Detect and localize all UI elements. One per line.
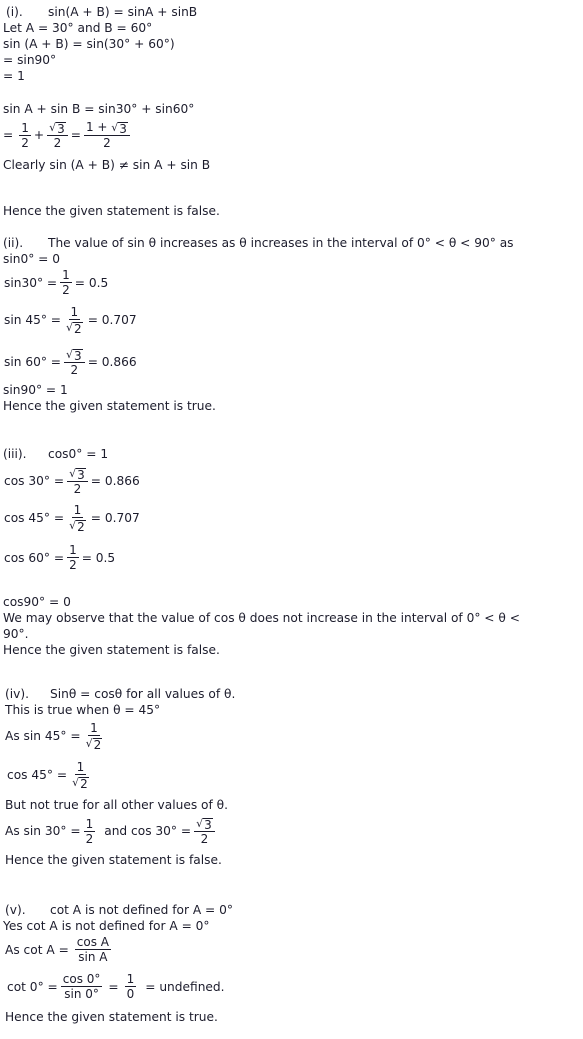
fraction: 12 xyxy=(19,120,31,150)
fraction: √ 3 2 xyxy=(47,120,68,150)
equation-sin30-cos30: As sin 30° = 1 2 and cos 30° = √ 3 2 xyxy=(5,816,218,846)
fraction: 1 + √ 3 2 xyxy=(83,120,130,150)
sqrt-icon: √ 2 xyxy=(66,321,83,336)
text-line: sin90° = 1 xyxy=(3,383,68,397)
part-label: (iii). xyxy=(3,447,27,461)
conclusion: Hence the given statement is false. xyxy=(5,853,222,867)
equation-cos60: cos 60° = 1 2 = 0.5 xyxy=(4,543,116,572)
equation-sin45: sin 45° = 1 √ 2 = 0.707 xyxy=(4,305,137,336)
sqrt-icon: √ 3 xyxy=(66,348,83,363)
part-iv-heading: (iv). Sinθ = cosθ for all values of θ. xyxy=(5,686,235,702)
sqrt-icon: √ 2 xyxy=(85,737,103,752)
text-line: Let A = 30° and B = 60° xyxy=(3,21,153,35)
text-line: But not true for all other values of θ. xyxy=(5,798,229,812)
part-label: (v). xyxy=(5,903,26,917)
part-statement: cot A is not defined for A = 0° xyxy=(50,903,233,917)
equation-sin45: As sin 45° = 1 √ 2 xyxy=(5,721,103,752)
sqrt-icon: √ 3 xyxy=(111,121,128,136)
text-line: This is true when θ = 45° xyxy=(5,703,161,717)
part-label: (i). xyxy=(6,5,23,19)
equation-cos45: cos 45° = 1 √ 2 xyxy=(7,760,89,791)
sqrt-icon: √ 2 xyxy=(69,519,86,534)
text-line: sin A + sin B = sin30° + sin60° xyxy=(3,102,195,116)
equation-cos30: cos 30° = √ 3 2 = 0.866 xyxy=(4,467,140,496)
equation-cotA: As cot A = cos Asin A xyxy=(5,935,112,964)
part-iii-heading: (iii). cos0° = 1 xyxy=(3,446,108,462)
part-v-heading: (v). cot A is not defined for A = 0° xyxy=(5,902,233,918)
part-i-heading: (i). sin(A + B) = sinA + sinB xyxy=(3,4,197,20)
text-line: Clearly sin (A + B) ≠ sin A + sin B xyxy=(3,158,211,172)
conclusion: Hence the given statement is true. xyxy=(3,399,216,413)
text-line: sin (A + B) = sin(30° + 60°) xyxy=(3,37,175,51)
sqrt-icon: √ 3 xyxy=(196,817,213,832)
sqrt-icon: √ 2 xyxy=(72,776,89,791)
equation-cos45: cos 45° = 1 √ 2 = 0.707 xyxy=(4,503,140,534)
text-line: 90°. xyxy=(3,627,29,641)
text-line: cos90° = 0 xyxy=(3,595,71,609)
equation-sin30: sin30° = 1 2 = 0.5 xyxy=(4,268,109,297)
equation-sum: = 12 + √ 3 2 = 1 + √ 3 2 xyxy=(3,120,133,150)
sqrt-icon: √ 3 xyxy=(49,121,66,136)
equation-sin60: sin 60° = √ 3 2 = 0.866 xyxy=(4,348,137,377)
conclusion: Hence the given statement is false. xyxy=(3,643,220,657)
plus-sign: + xyxy=(33,128,45,142)
equals-sign: = xyxy=(3,128,14,142)
text-line: sin0° = 0 xyxy=(3,252,61,266)
part-statement: cos0° = 1 xyxy=(48,447,109,461)
conclusion: Hence the given statement is true. xyxy=(5,1010,218,1024)
part-label: (ii). xyxy=(3,236,24,250)
part-ii-heading: (ii). The value of sin θ increases as θ i… xyxy=(3,235,575,251)
part-statement: Sinθ = cosθ for all values of θ. xyxy=(50,687,236,701)
part-statement: sin(A + B) = sinA + sinB xyxy=(48,5,198,19)
text-line: We may observe that the value of cos θ d… xyxy=(3,611,520,625)
part-label: (iv). xyxy=(5,687,29,701)
text-line: Yes cot A is not defined for A = 0° xyxy=(3,919,210,933)
text-line: = 1 xyxy=(3,69,25,83)
equation-cot0: cot 0° = cos 0° sin 0° = 1 0 = undefined. xyxy=(7,972,225,1001)
part-statement: The value of sin θ increases as θ increa… xyxy=(48,236,514,250)
equals-sign: = xyxy=(70,128,81,142)
sqrt-icon: √ 3 xyxy=(69,467,86,482)
text-line: = sin90° xyxy=(3,53,57,67)
conclusion: Hence the given statement is false. xyxy=(3,204,220,218)
